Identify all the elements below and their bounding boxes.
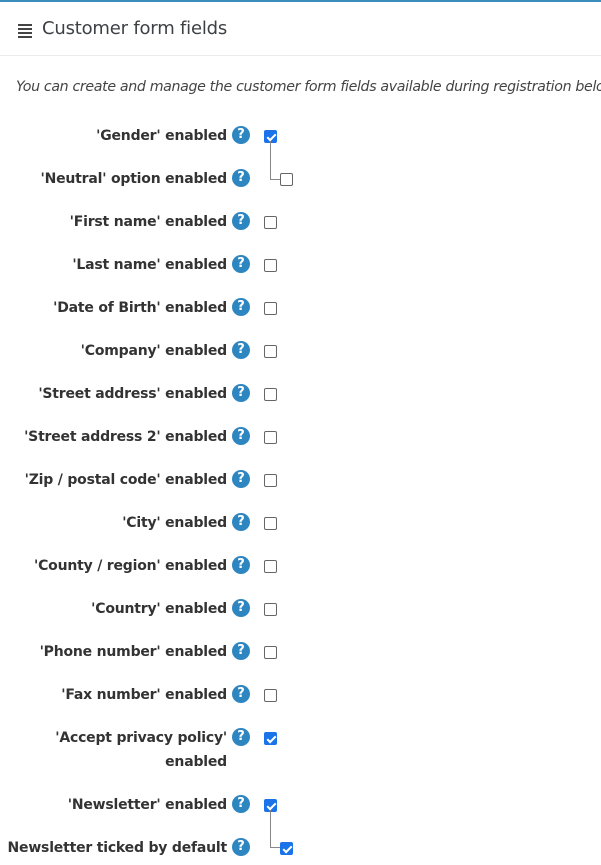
help-icon[interactable]: ? [232, 795, 250, 813]
field-label: 'Street address' enabled [38, 386, 227, 402]
help-icon[interactable]: ? [232, 599, 250, 617]
tree-connector [270, 179, 280, 180]
field-label: 'Country' enabled [91, 601, 227, 617]
neutral-option-checkbox[interactable] [280, 173, 293, 186]
help-icon[interactable]: ? [232, 728, 250, 746]
tree-connector [270, 141, 271, 179]
help-icon[interactable]: ? [232, 838, 250, 856]
newsletter-default-checkbox[interactable] [280, 842, 293, 855]
help-icon[interactable]: ? [232, 685, 250, 703]
phone-number-checkbox[interactable] [264, 646, 277, 659]
field-label: 'Zip / postal code' enabled [24, 472, 228, 488]
page-title: Customer form fields [42, 18, 228, 39]
date-of-birth-checkbox[interactable] [264, 302, 277, 315]
field-label: 'Accept privacy policy' [55, 730, 227, 746]
tree-connector [270, 810, 271, 847]
field-label: 'Fax number' enabled [61, 687, 227, 703]
city-checkbox[interactable] [264, 517, 277, 530]
help-icon[interactable]: ? [232, 255, 250, 273]
field-label: 'Last name' enabled [72, 257, 227, 273]
field-label: 'Company' enabled [80, 343, 228, 359]
field-label-continued: enabled [165, 754, 227, 770]
field-label: 'Phone number' enabled [39, 644, 228, 660]
tree-connector [270, 847, 280, 848]
help-icon[interactable]: ? [232, 212, 250, 230]
help-icon[interactable]: ? [232, 513, 250, 531]
field-label: 'Street address 2' enabled [24, 429, 227, 445]
fax-number-checkbox[interactable] [264, 689, 277, 702]
field-label: 'Gender' enabled [96, 128, 227, 144]
street-address-checkbox[interactable] [264, 388, 277, 401]
help-icon[interactable]: ? [232, 298, 250, 316]
zip-code-checkbox[interactable] [264, 474, 277, 487]
street-address-2-checkbox[interactable] [264, 431, 277, 444]
field-label: 'Newsletter' enabled [67, 797, 227, 813]
help-icon[interactable]: ? [232, 470, 250, 488]
menu-lines-icon [18, 24, 32, 38]
help-icon[interactable]: ? [232, 341, 250, 359]
company-checkbox[interactable] [264, 345, 277, 358]
help-icon[interactable]: ? [232, 126, 250, 144]
panel-header: Customer form fields [0, 2, 601, 56]
last-name-checkbox[interactable] [264, 259, 277, 272]
help-icon[interactable]: ? [232, 427, 250, 445]
county-region-checkbox[interactable] [264, 560, 277, 573]
help-icon[interactable]: ? [232, 384, 250, 402]
help-icon[interactable]: ? [232, 169, 250, 187]
help-icon[interactable]: ? [232, 556, 250, 574]
form-description: You can create and manage the customer f… [16, 79, 601, 95]
field-label: Newsletter ticked by default [7, 840, 228, 856]
privacy-policy-checkbox[interactable] [264, 732, 277, 745]
help-icon[interactable]: ? [232, 642, 250, 660]
field-label: 'Neutral' option enabled [40, 171, 227, 187]
field-label: 'County / region' enabled [33, 558, 227, 574]
field-label: 'First name' enabled [69, 214, 228, 230]
first-name-checkbox[interactable] [264, 216, 277, 229]
country-checkbox[interactable] [264, 603, 277, 616]
field-label: 'City' enabled [122, 515, 227, 531]
field-label: 'Date of Birth' enabled [53, 300, 227, 316]
